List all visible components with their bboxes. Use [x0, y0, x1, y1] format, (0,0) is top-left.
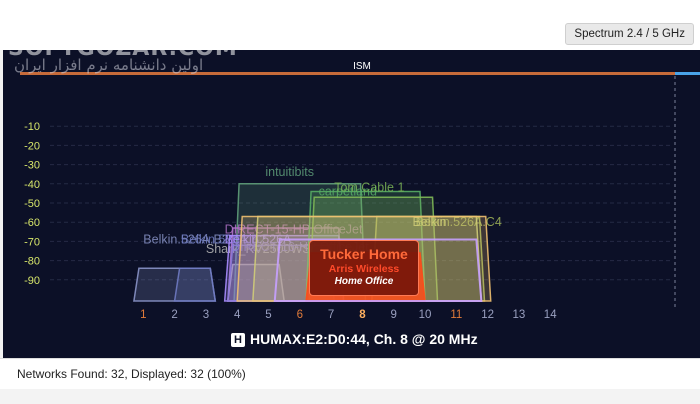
x-tick-label: 12	[481, 309, 494, 321]
app-window: Spectrum 2.4 / 5 GHz SOFTGOZAR.COM اولین…	[0, 0, 700, 404]
selected-network-label: HUMAX:E2:D0:44, Ch. 8 @ 20 MHz	[250, 331, 478, 347]
y-tick-label: -60	[24, 217, 40, 229]
network-label: Tom Cable 1	[334, 180, 404, 194]
network-label: intuitibits	[265, 165, 314, 179]
tooltip-title: Tucker Home	[320, 246, 408, 262]
watermark-subtitle: اولین دانشنامه نرم افزار ایران	[14, 56, 204, 74]
tooltip-group: Home Office	[334, 276, 394, 287]
x-tick-label: 10	[419, 309, 432, 321]
ism-band-label: ISM	[353, 61, 371, 72]
y-tick-label: -30	[24, 160, 40, 172]
x-tick-label: 13	[513, 309, 526, 321]
x-tick-label: 4	[234, 309, 241, 321]
y-tick-label: -80	[24, 256, 40, 268]
x-tick-label: 2	[171, 309, 177, 321]
x-tick-label: 7	[328, 309, 334, 321]
network-h-icon: H	[231, 333, 245, 347]
y-tick-label: -40	[24, 179, 40, 191]
x-tick-label: 1	[140, 309, 146, 321]
selected-network-info: H HUMAX:E2:D0:44, Ch. 8 @ 20 MHz	[231, 329, 478, 349]
band-selector-button[interactable]: Spectrum 2.4 / 5 GHz	[565, 23, 694, 45]
tooltip-vendor: Arris Wireless	[328, 263, 400, 275]
x-tick-label: 9	[390, 309, 396, 321]
y-tick-label: -20	[24, 140, 40, 152]
x-tick-label: 8	[359, 309, 366, 321]
x-tick-label: 3	[203, 309, 209, 321]
status-text: Networks Found: 32, Displayed: 32 (100%)	[17, 367, 246, 381]
y-tick-label: -50	[24, 198, 40, 210]
band-5ghz-bar	[675, 72, 700, 75]
network-shape	[173, 267, 217, 302]
network-tooltip: Tucker Home Arris Wireless Home Office	[309, 240, 419, 296]
y-tick-label: -90	[24, 275, 40, 287]
x-tick-label: 11	[450, 309, 462, 321]
x-tick-label: 6	[297, 309, 303, 321]
spectrum-chart[interactable]: ISM -10 -20 -30 -40 -50 -60 -70 -80 -90 Belkin.526…	[3, 50, 700, 358]
spectrum-chart-svg: ISM-10-20-30-40-50-60-70-80-90Belkin.526…	[20, 61, 700, 321]
x-tick-label: 5	[265, 309, 271, 321]
y-tick-label: -70	[24, 236, 40, 248]
y-tick-label: -10	[24, 121, 40, 133]
status-bar: Networks Found: 32, Displayed: 32 (100%)	[0, 358, 700, 389]
x-tick-label: 14	[544, 309, 557, 321]
